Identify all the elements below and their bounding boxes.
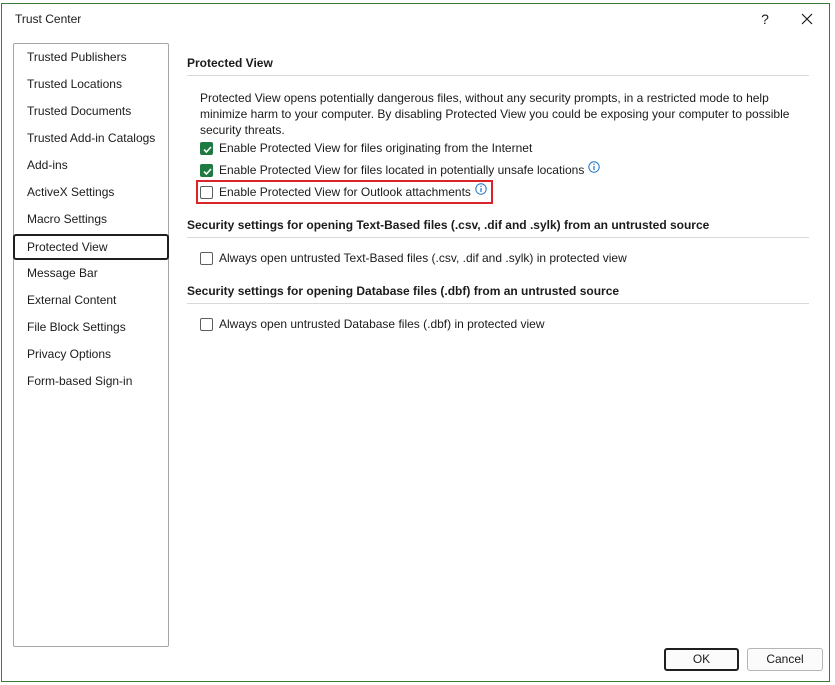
sidebar: Trusted Publishers Trusted Locations Tru… bbox=[13, 43, 169, 647]
window-title: Trust Center bbox=[15, 12, 82, 26]
option-unsafe-locations[interactable]: Enable Protected View for files located … bbox=[200, 161, 601, 179]
highlight-box bbox=[196, 180, 493, 204]
title-bar: Trust Center ? bbox=[2, 4, 829, 36]
sidebar-item-protected-view[interactable]: Protected View bbox=[13, 234, 169, 260]
protected-view-description: Protected View opens potentially dangero… bbox=[200, 91, 790, 137]
sidebar-item-file-block-settings[interactable]: File Block Settings bbox=[14, 314, 168, 340]
checkbox-database-files[interactable] bbox=[200, 317, 213, 331]
sidebar-item-macro-settings[interactable]: Macro Settings bbox=[14, 206, 168, 232]
sidebar-item-external-content[interactable]: External Content bbox=[14, 287, 168, 313]
option-label: Always open untrusted Text-Based files (… bbox=[219, 251, 627, 265]
option-database-files[interactable]: Always open untrusted Database files (.d… bbox=[200, 315, 545, 333]
sidebar-item-trusted-add-in-catalogs[interactable]: Trusted Add-in Catalogs bbox=[14, 125, 168, 151]
section-title-text-based: Security settings for opening Text-Based… bbox=[187, 218, 809, 238]
sidebar-item-form-based-sign-in[interactable]: Form-based Sign-in bbox=[14, 368, 168, 394]
checkbox-text-based-files[interactable] bbox=[200, 251, 213, 265]
checkbox-internet-files[interactable] bbox=[200, 141, 213, 155]
help-button[interactable]: ? bbox=[754, 8, 776, 30]
sidebar-item-add-ins[interactable]: Add-ins bbox=[14, 152, 168, 178]
section-title-database: Security settings for opening Database f… bbox=[187, 284, 809, 304]
sidebar-item-trusted-documents[interactable]: Trusted Documents bbox=[14, 98, 168, 124]
section-title-protected-view: Protected View bbox=[187, 56, 809, 76]
sidebar-item-message-bar[interactable]: Message Bar bbox=[14, 260, 168, 286]
sidebar-item-activex-settings[interactable]: ActiveX Settings bbox=[14, 179, 168, 205]
info-icon[interactable] bbox=[588, 161, 601, 173]
option-text-based-files[interactable]: Always open untrusted Text-Based files (… bbox=[200, 249, 627, 267]
option-label: Enable Protected View for files located … bbox=[219, 163, 585, 177]
sidebar-item-trusted-publishers[interactable]: Trusted Publishers bbox=[14, 44, 168, 70]
option-internet-files[interactable]: Enable Protected View for files originat… bbox=[200, 139, 532, 157]
sidebar-item-trusted-locations[interactable]: Trusted Locations bbox=[14, 71, 168, 97]
option-label: Enable Protected View for files originat… bbox=[219, 141, 533, 155]
sidebar-item-privacy-options[interactable]: Privacy Options bbox=[14, 341, 168, 367]
close-button[interactable] bbox=[796, 8, 818, 30]
ok-button[interactable]: OK bbox=[664, 648, 739, 671]
close-icon bbox=[801, 13, 813, 25]
cancel-button[interactable]: Cancel bbox=[747, 648, 823, 671]
checkmark-icon bbox=[203, 145, 212, 153]
option-label: Always open untrusted Database files (.d… bbox=[219, 317, 545, 331]
checkmark-icon bbox=[203, 167, 212, 175]
checkbox-unsafe-locations[interactable] bbox=[200, 163, 213, 177]
